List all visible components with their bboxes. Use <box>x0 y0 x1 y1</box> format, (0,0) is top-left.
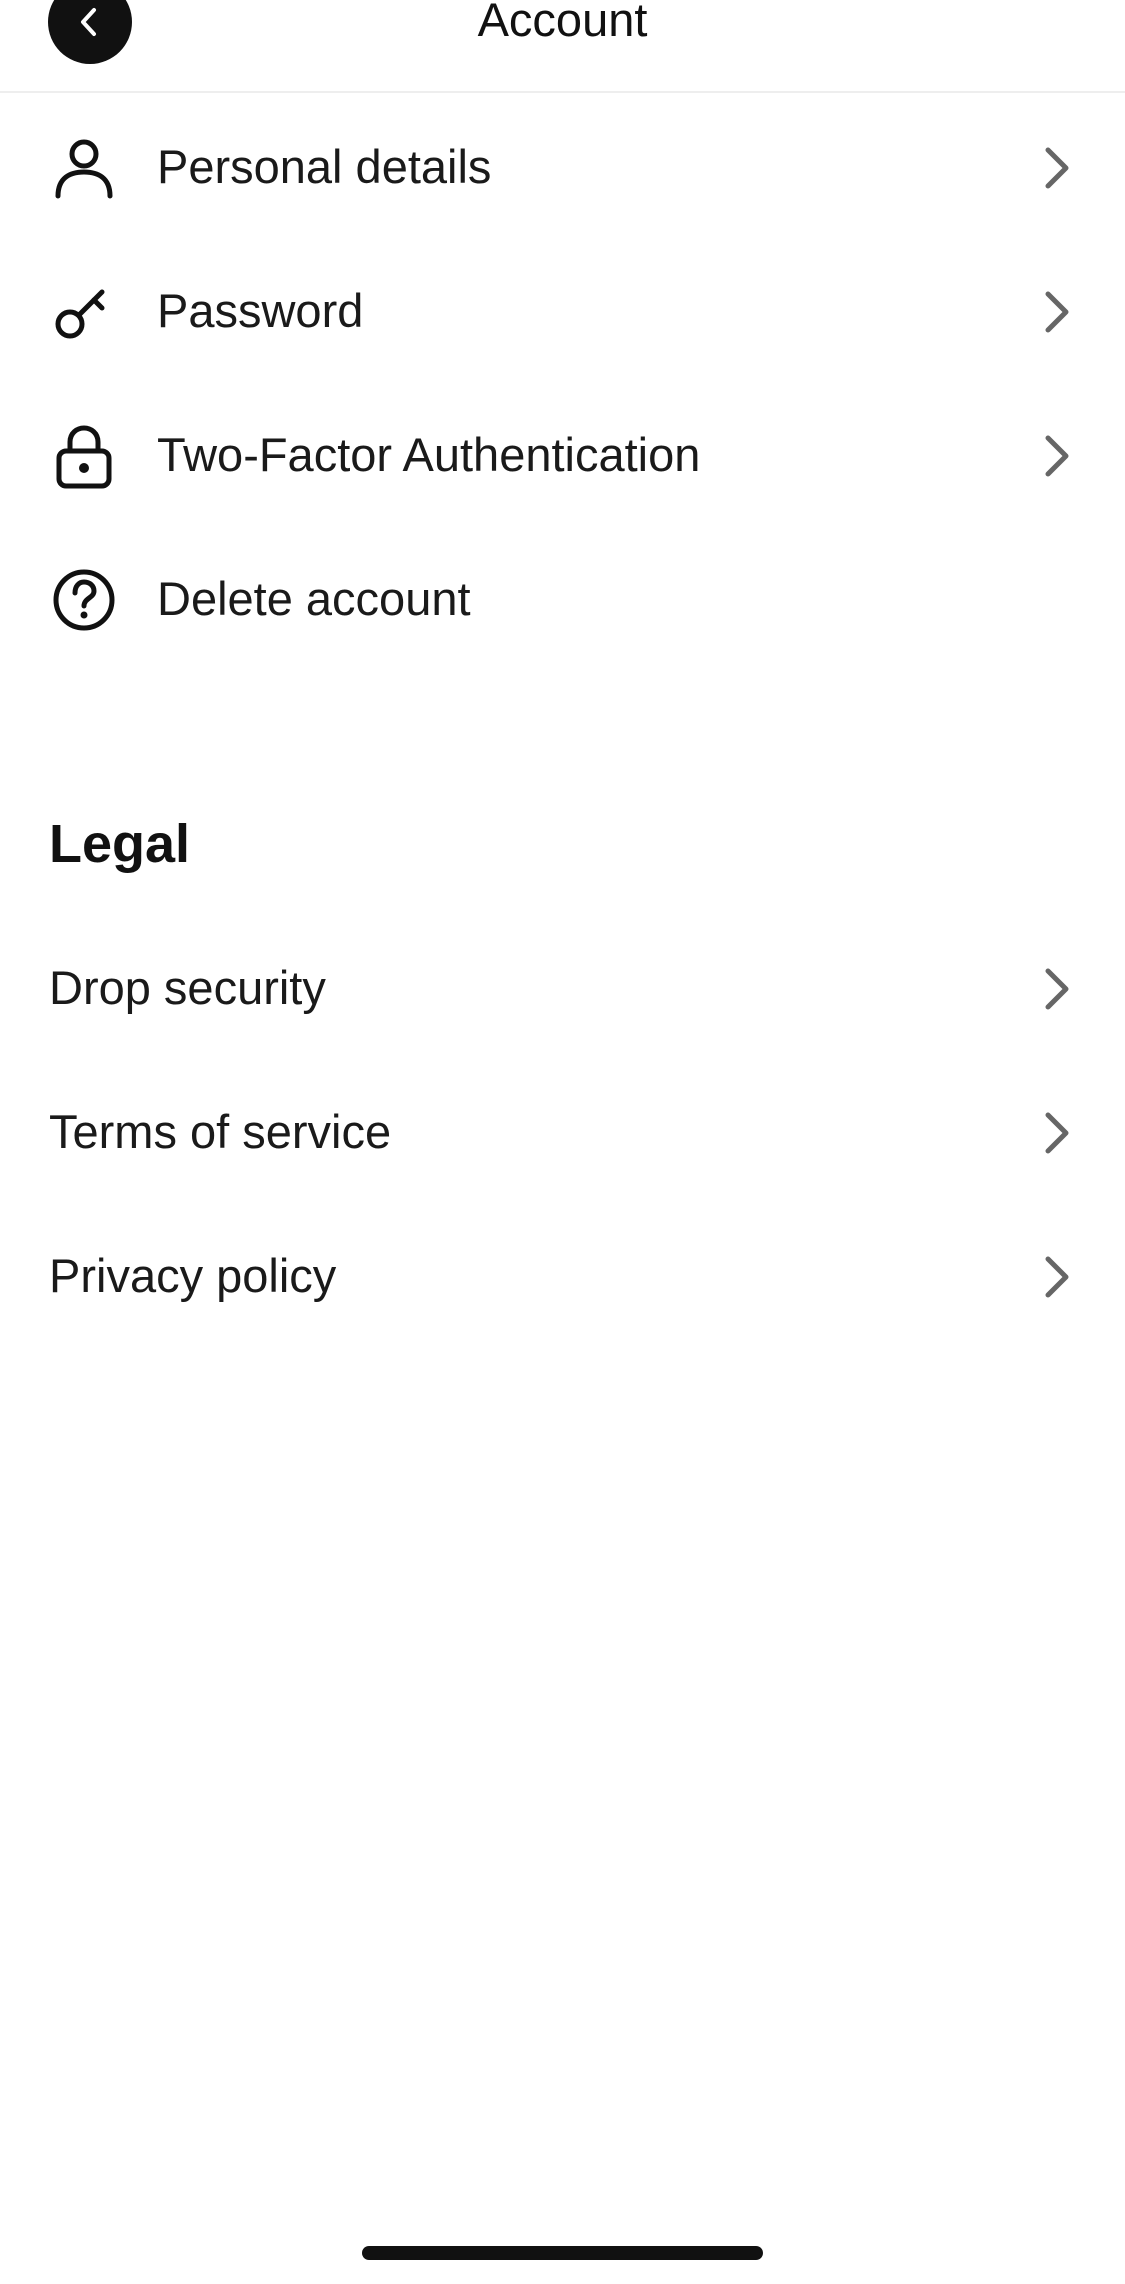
person-icon <box>55 139 113 199</box>
password-label: Password <box>157 284 364 337</box>
delete-account-label: Delete account <box>157 572 471 625</box>
chevron-right-icon <box>1045 435 1069 477</box>
chevron-right-icon <box>1045 1256 1069 1298</box>
personal-details-label: Personal details <box>157 140 492 193</box>
key-icon <box>55 289 105 339</box>
two-factor-row[interactable]: Two-Factor Authentication <box>0 382 1125 526</box>
chevron-right-icon <box>1045 147 1069 189</box>
delete-account-row[interactable]: Delete account <box>0 526 1125 670</box>
page-title: Account <box>477 0 648 46</box>
personal-details-row[interactable]: Personal details <box>0 94 1125 238</box>
drop-security-label: Drop security <box>49 961 326 1014</box>
chevron-right-icon <box>1045 968 1069 1010</box>
privacy-policy-row[interactable]: Privacy policy <box>0 1203 1125 1347</box>
terms-of-service-label: Terms of service <box>49 1105 392 1158</box>
chevron-right-icon <box>1045 291 1069 333</box>
legal-section-title: Legal <box>49 814 191 874</box>
chevron-right-icon <box>1045 1112 1069 1154</box>
question-circle-icon <box>53 569 115 631</box>
drop-security-row[interactable]: Drop security <box>0 915 1125 1059</box>
header-bar: Account <box>0 0 1125 93</box>
privacy-policy-label: Privacy policy <box>49 1249 337 1302</box>
password-row[interactable]: Password <box>0 238 1125 382</box>
terms-of-service-row[interactable]: Terms of service <box>0 1059 1125 1203</box>
two-factor-label: Two-Factor Authentication <box>157 428 701 481</box>
lock-icon <box>56 425 112 489</box>
home-indicator <box>362 2246 763 2260</box>
